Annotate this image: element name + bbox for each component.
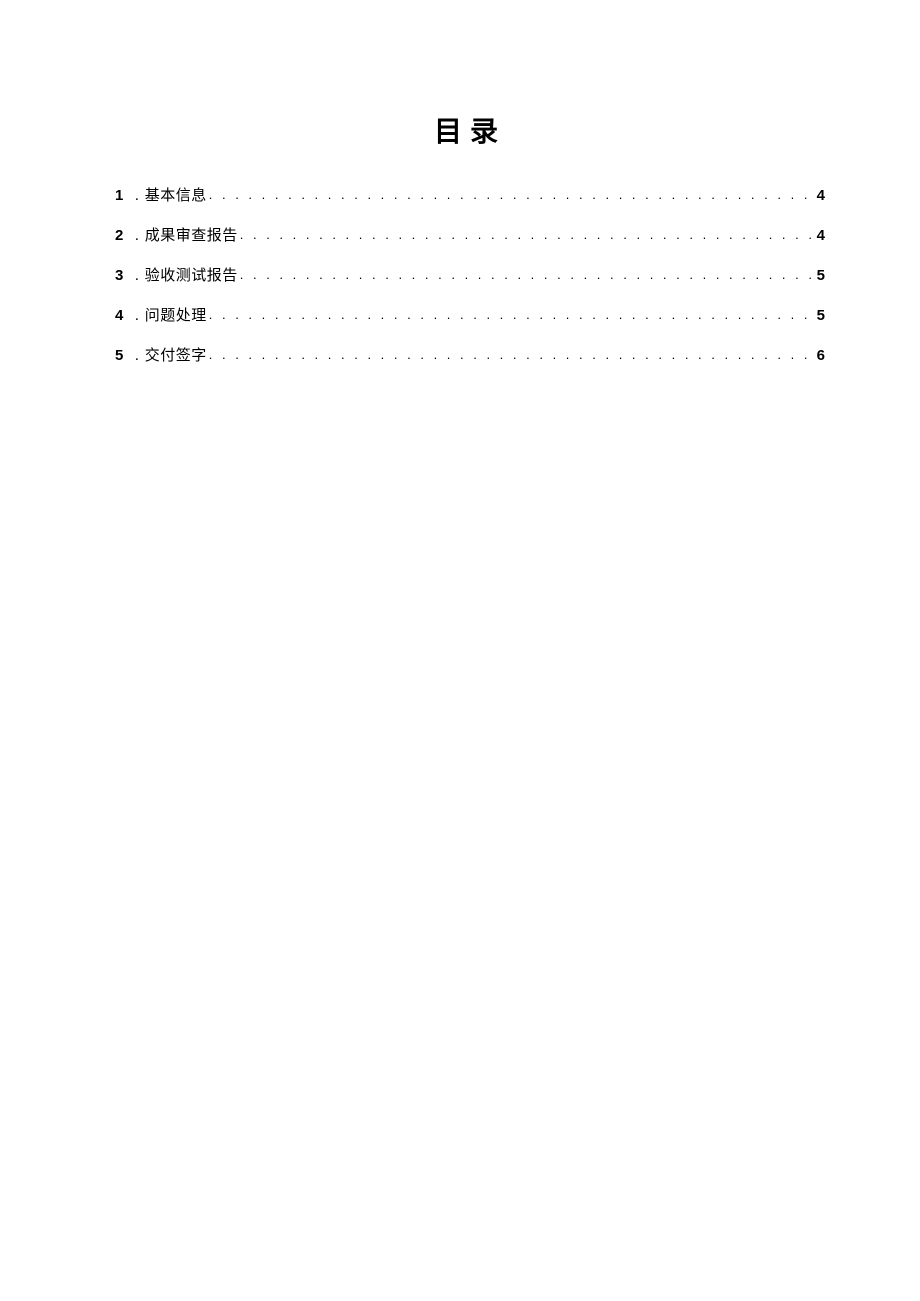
toc-entry-page: 6 (817, 348, 825, 363)
toc-entry-separator: . (135, 229, 139, 244)
toc-entry-separator: . (135, 269, 139, 284)
toc-leader-dots (209, 348, 815, 361)
toc-entry-page: 5 (817, 268, 825, 283)
toc-entry: 2 . 成果审查报告 4 (115, 228, 825, 244)
toc-leader-dots (209, 308, 815, 321)
toc-entry-page: 5 (817, 308, 825, 323)
toc-entry: 1 . 基本信息 4 (115, 188, 825, 204)
toc-leader-dots (209, 188, 815, 201)
toc-entry-separator: . (135, 309, 139, 324)
toc-title: 目录 (115, 110, 825, 150)
toc-entry-number: 2 (115, 228, 133, 243)
toc-entry: 4 . 问题处理 5 (115, 308, 825, 324)
toc-entry-page: 4 (817, 188, 825, 203)
toc-entry-page: 4 (817, 228, 825, 243)
toc-entry-number: 1 (115, 188, 133, 203)
toc-leader-dots (240, 268, 815, 281)
toc-entry-separator: . (135, 189, 139, 204)
toc-entry-label: 验收测试报告 (145, 269, 238, 284)
toc-entry: 5 . 交付签字 6 (115, 348, 825, 364)
toc-entry-label: 问题处理 (145, 309, 207, 324)
toc-entry: 3 . 验收测试报告 5 (115, 268, 825, 284)
toc-entry-label: 成果审查报告 (145, 229, 238, 244)
toc-entry-label: 基本信息 (145, 189, 207, 204)
toc-list: 1 . 基本信息 4 2 . 成果审查报告 4 3 . 验收测试报告 5 4 .… (115, 188, 825, 364)
toc-entry-separator: . (135, 349, 139, 364)
toc-entry-label: 交付签字 (145, 349, 207, 364)
toc-entry-number: 4 (115, 308, 133, 323)
toc-leader-dots (240, 228, 815, 241)
toc-entry-number: 5 (115, 348, 133, 363)
toc-entry-number: 3 (115, 268, 133, 283)
